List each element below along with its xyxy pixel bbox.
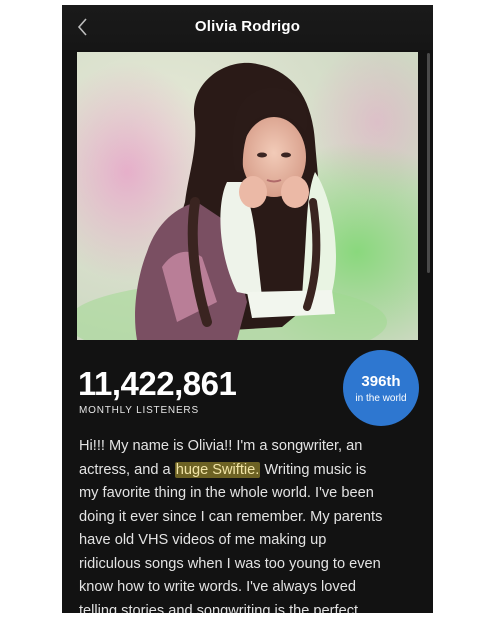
world-rank-label: in the world: [355, 393, 407, 404]
scrollbar[interactable]: [427, 53, 430, 273]
bio-line: ridiculous songs when I was too young to…: [79, 555, 381, 572]
artist-name-title: Olivia Rodrigo: [194, 18, 301, 35]
bio-line: actress, and a huge Swiftie. Writing mus…: [79, 461, 367, 478]
bio-line: know how to write words. I've always lov…: [79, 579, 356, 595]
world-rank-badge: 396th in the world: [343, 350, 419, 426]
highlighted-text: huge Swiftie.: [174, 461, 261, 478]
monthly-listeners-count: 11,422,861: [78, 365, 237, 402]
artist-photo: [77, 52, 418, 340]
bio-line: telling stories and songwriting is the p…: [79, 602, 359, 614]
monthly-listeners-label: MONTHLY LISTENERS: [79, 405, 199, 416]
bio-line: doing it ever since I can remember. My p…: [79, 508, 383, 525]
top-bar: Olivia Rodrigo: [62, 5, 433, 50]
world-rank-number: 396th: [361, 373, 401, 390]
bio-line: have old VHS videos of me making up: [79, 532, 327, 548]
artist-screen: Olivia Rodrigo 11,422,861 MONTHLY LISTEN…: [62, 5, 433, 613]
artist-bio: Hi!!! My name is Olivia!! I'm a songwrit…: [79, 435, 419, 613]
bio-line: Hi!!! My name is Olivia!! I'm a songwrit…: [79, 438, 363, 454]
bio-line: my favorite thing in the whole world. I'…: [79, 485, 374, 501]
